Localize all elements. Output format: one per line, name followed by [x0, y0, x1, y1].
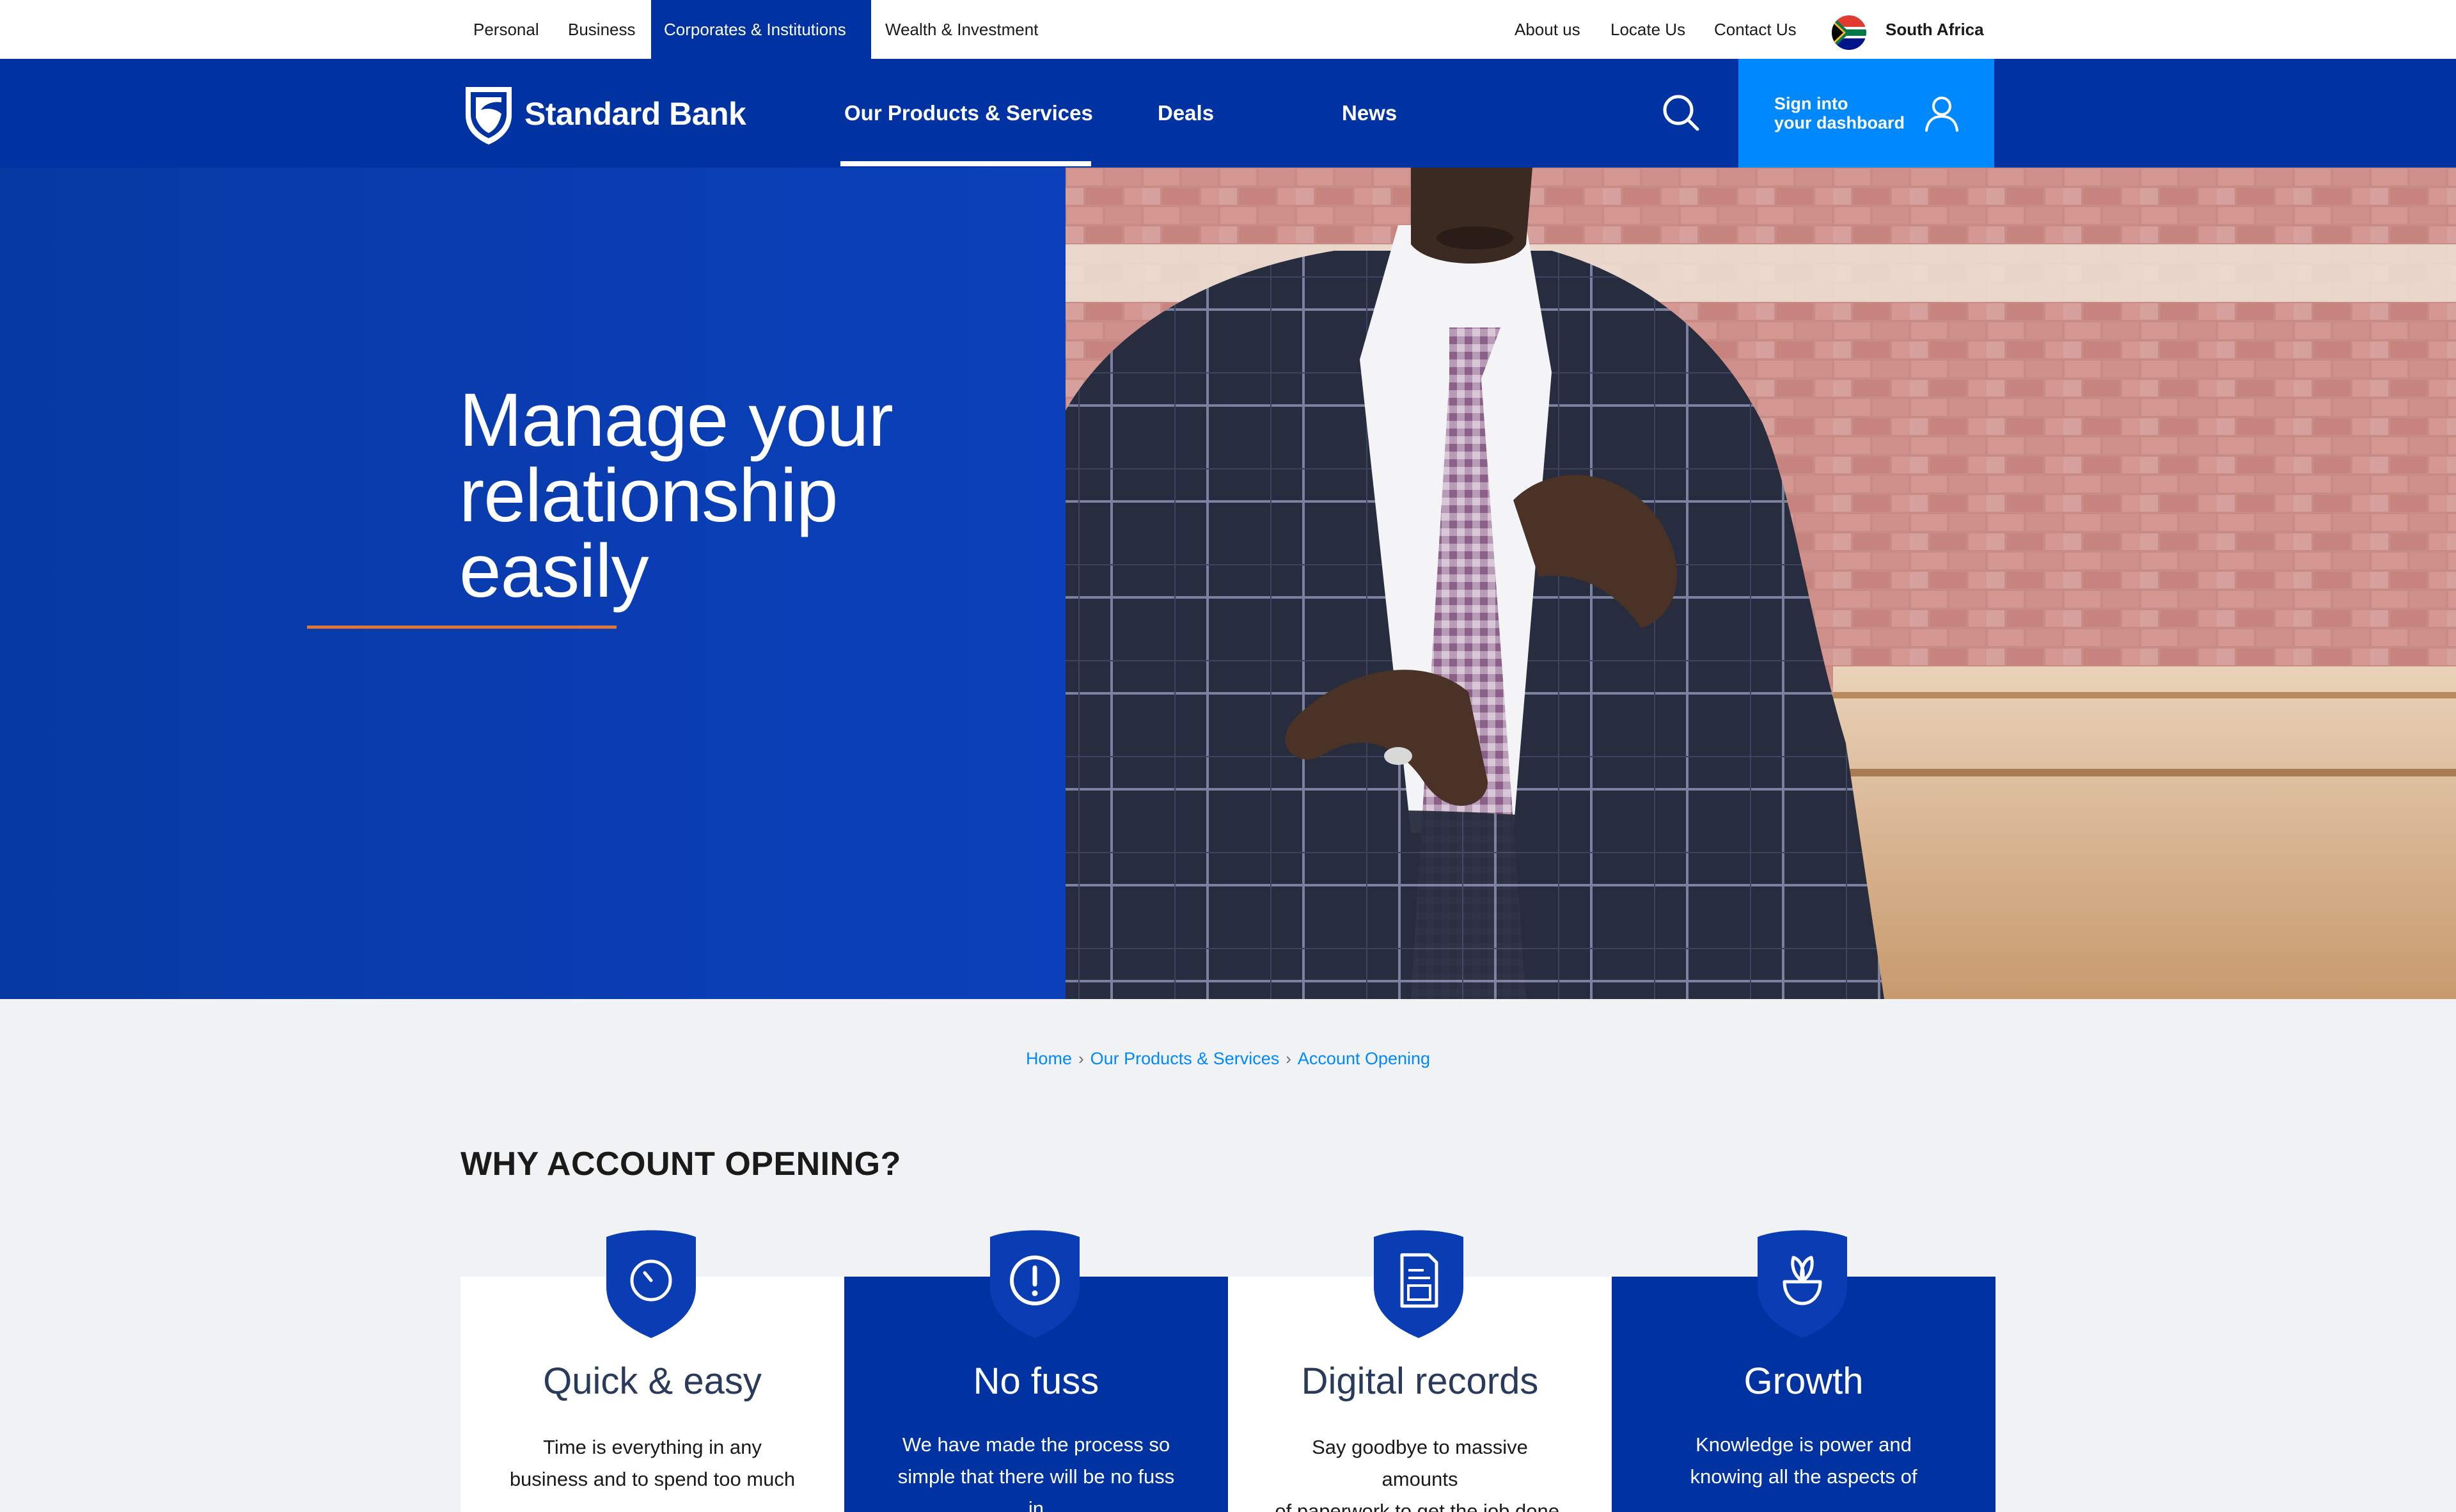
- segment-business[interactable]: Business: [555, 0, 649, 59]
- brand-name: Standard Bank: [524, 96, 746, 132]
- hero-image-man-in-suit: [1066, 168, 2456, 999]
- locate-us-link[interactable]: Locate Us: [1610, 0, 1685, 59]
- hero-accent-line: [307, 626, 617, 629]
- breadcrumb-account-opening[interactable]: Account Opening: [1298, 1049, 1430, 1069]
- section-title: WHY ACCOUNT OPENING?: [460, 1146, 901, 1183]
- hero-title-line: Manage your: [459, 378, 893, 462]
- nav-our-products-services[interactable]: Our Products & Services: [844, 59, 1093, 168]
- breadcrumb-our-products-services[interactable]: Our Products & Services: [1090, 1049, 1280, 1069]
- nav-deals[interactable]: Deals: [1158, 59, 1214, 168]
- card-title: Quick & easy: [543, 1360, 762, 1402]
- alert-icon: [988, 1225, 1082, 1338]
- card-body: Knowledge is power and knowing all the a…: [1612, 1429, 1995, 1493]
- sign-in-button[interactable]: Sign into your dashboard: [1738, 59, 1994, 168]
- about-us-link[interactable]: About us: [1515, 0, 1580, 59]
- contact-us-link[interactable]: Contact Us: [1714, 0, 1797, 59]
- card-body-line: knowing all the aspects of: [1690, 1465, 1917, 1488]
- card-title: No fuss: [973, 1360, 1099, 1402]
- main-navigation: Standard Bank Our Products & Services De…: [0, 59, 2456, 168]
- segment-corporates-institutions[interactable]: Corporates & Institutions: [651, 0, 871, 59]
- card-body: We have made the process so simple that …: [844, 1429, 1228, 1512]
- segment-wealth-investment[interactable]: Wealth & Investment: [872, 0, 1051, 59]
- search-icon[interactable]: [1659, 91, 1704, 136]
- card-body-line: Knowledge is power and: [1696, 1433, 1912, 1456]
- card-title: Growth: [1744, 1360, 1864, 1402]
- card-body-line: simple that there will be no fuss in: [897, 1465, 1175, 1512]
- hero-title-line: relationship: [459, 453, 838, 538]
- clock-icon: [604, 1225, 698, 1338]
- card-body: Time is everything in any business and t…: [460, 1431, 844, 1495]
- chevron-right-icon: ›: [1286, 1049, 1291, 1068]
- card-body-line: of paperwork to get the job done.: [1275, 1500, 1565, 1512]
- south-africa-flag-icon[interactable]: [1832, 15, 1866, 50]
- document-icon: [1371, 1225, 1466, 1338]
- plant-icon: [1755, 1225, 1850, 1338]
- card-body-line: business and to spend too much: [509, 1468, 796, 1490]
- nav-news[interactable]: News: [1342, 59, 1397, 168]
- hero-title: Manage your relationship easily: [459, 382, 984, 609]
- active-nav-indicator: [840, 161, 1091, 166]
- chevron-right-icon: ›: [1078, 1049, 1084, 1068]
- card-body-line: Say goodbye to massive amounts: [1312, 1436, 1528, 1490]
- card-body-line: We have made the process so: [902, 1433, 1170, 1456]
- hero-title-line: easily: [459, 529, 649, 613]
- standard-bank-logo[interactable]: Standard Bank: [462, 82, 746, 146]
- card-body: Say goodbye to massive amounts of paperw…: [1228, 1431, 1612, 1512]
- country-selector[interactable]: South Africa: [1885, 0, 1984, 59]
- breadcrumb-home[interactable]: Home: [1026, 1049, 1072, 1069]
- shield-logo-icon: [466, 87, 512, 145]
- breadcrumb: Home › Our Products & Services › Account…: [0, 1049, 2456, 1069]
- sign-in-label-line1: Sign into: [1774, 94, 1848, 113]
- sign-in-label-line2: your dashboard: [1774, 113, 1905, 132]
- card-title: Digital records: [1301, 1360, 1539, 1402]
- segment-personal[interactable]: Personal: [460, 0, 552, 59]
- card-body-line: Time is everything in any: [543, 1436, 762, 1458]
- utility-bar: Personal Business Corporates & Instituti…: [0, 0, 2456, 59]
- user-icon: [1925, 97, 1958, 132]
